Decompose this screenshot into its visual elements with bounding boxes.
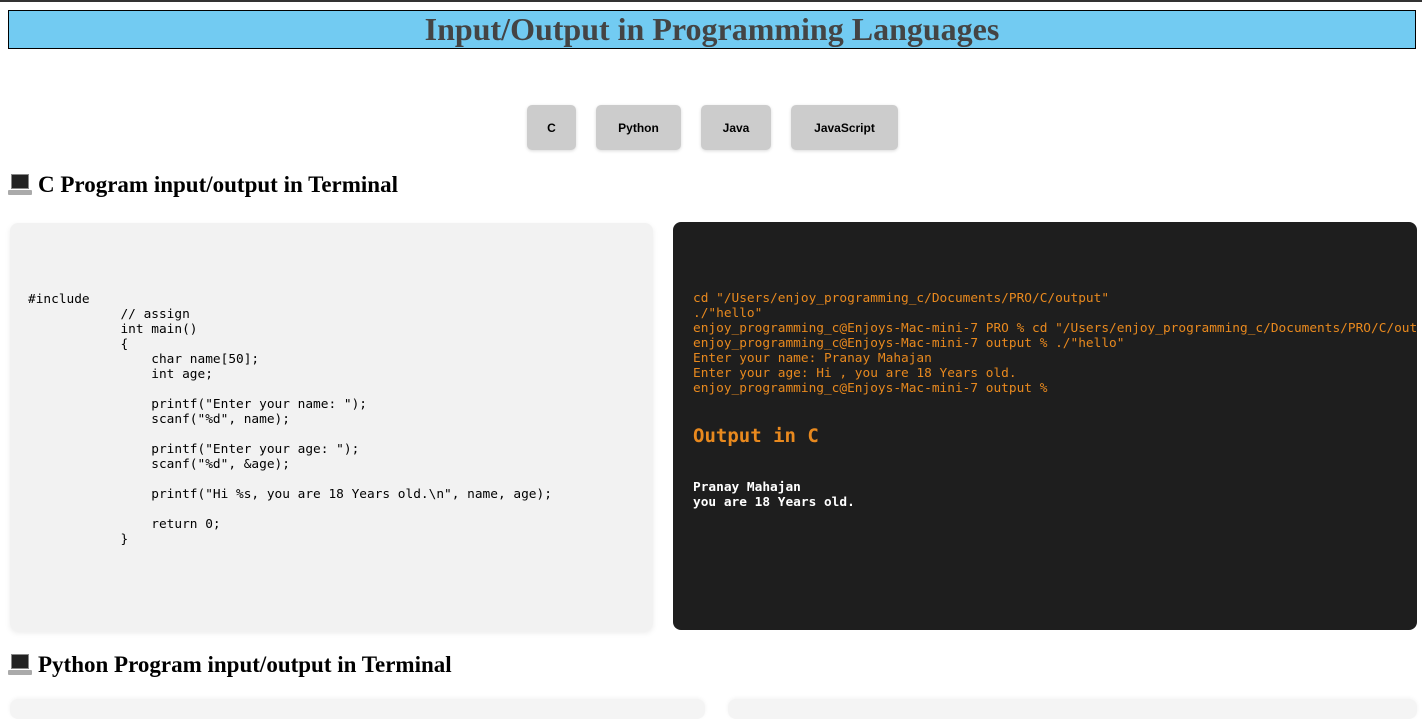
python-terminal	[728, 699, 1417, 719]
language-buttons: C Python Java JavaScript	[0, 105, 1422, 150]
laptop-icon	[8, 174, 32, 196]
c-section-heading: C Program input/output in Terminal	[8, 172, 398, 198]
terminal-commands: cd "/Users/enjoy_programming_c/Documents…	[693, 291, 1417, 396]
c-button[interactable]: C	[527, 105, 576, 150]
java-button[interactable]: Java	[701, 105, 771, 150]
python-section-heading: Python Program input/output in Terminal	[8, 652, 452, 678]
c-terminal: cd "/Users/enjoy_programming_c/Documents…	[673, 222, 1417, 630]
python-section-heading-text: Python Program input/output in Terminal	[38, 652, 452, 677]
c-code-block: #include // assign int main() { char nam…	[10, 223, 653, 631]
javascript-button[interactable]: JavaScript	[791, 105, 898, 150]
top-border	[0, 0, 1422, 2]
python-code-block	[10, 699, 705, 719]
output-heading: Output in C	[693, 425, 819, 447]
c-source-code: #include // assign int main() { char nam…	[28, 292, 552, 547]
title-banner: Input/Output in Programming Languages	[8, 10, 1416, 49]
c-section-heading-text: C Program input/output in Terminal	[38, 172, 398, 197]
python-button[interactable]: Python	[596, 105, 681, 150]
laptop-icon	[8, 654, 32, 676]
page-title: Input/Output in Programming Languages	[424, 11, 1000, 47]
program-output: Pranay Mahajan you are 18 Years old.	[693, 480, 855, 510]
